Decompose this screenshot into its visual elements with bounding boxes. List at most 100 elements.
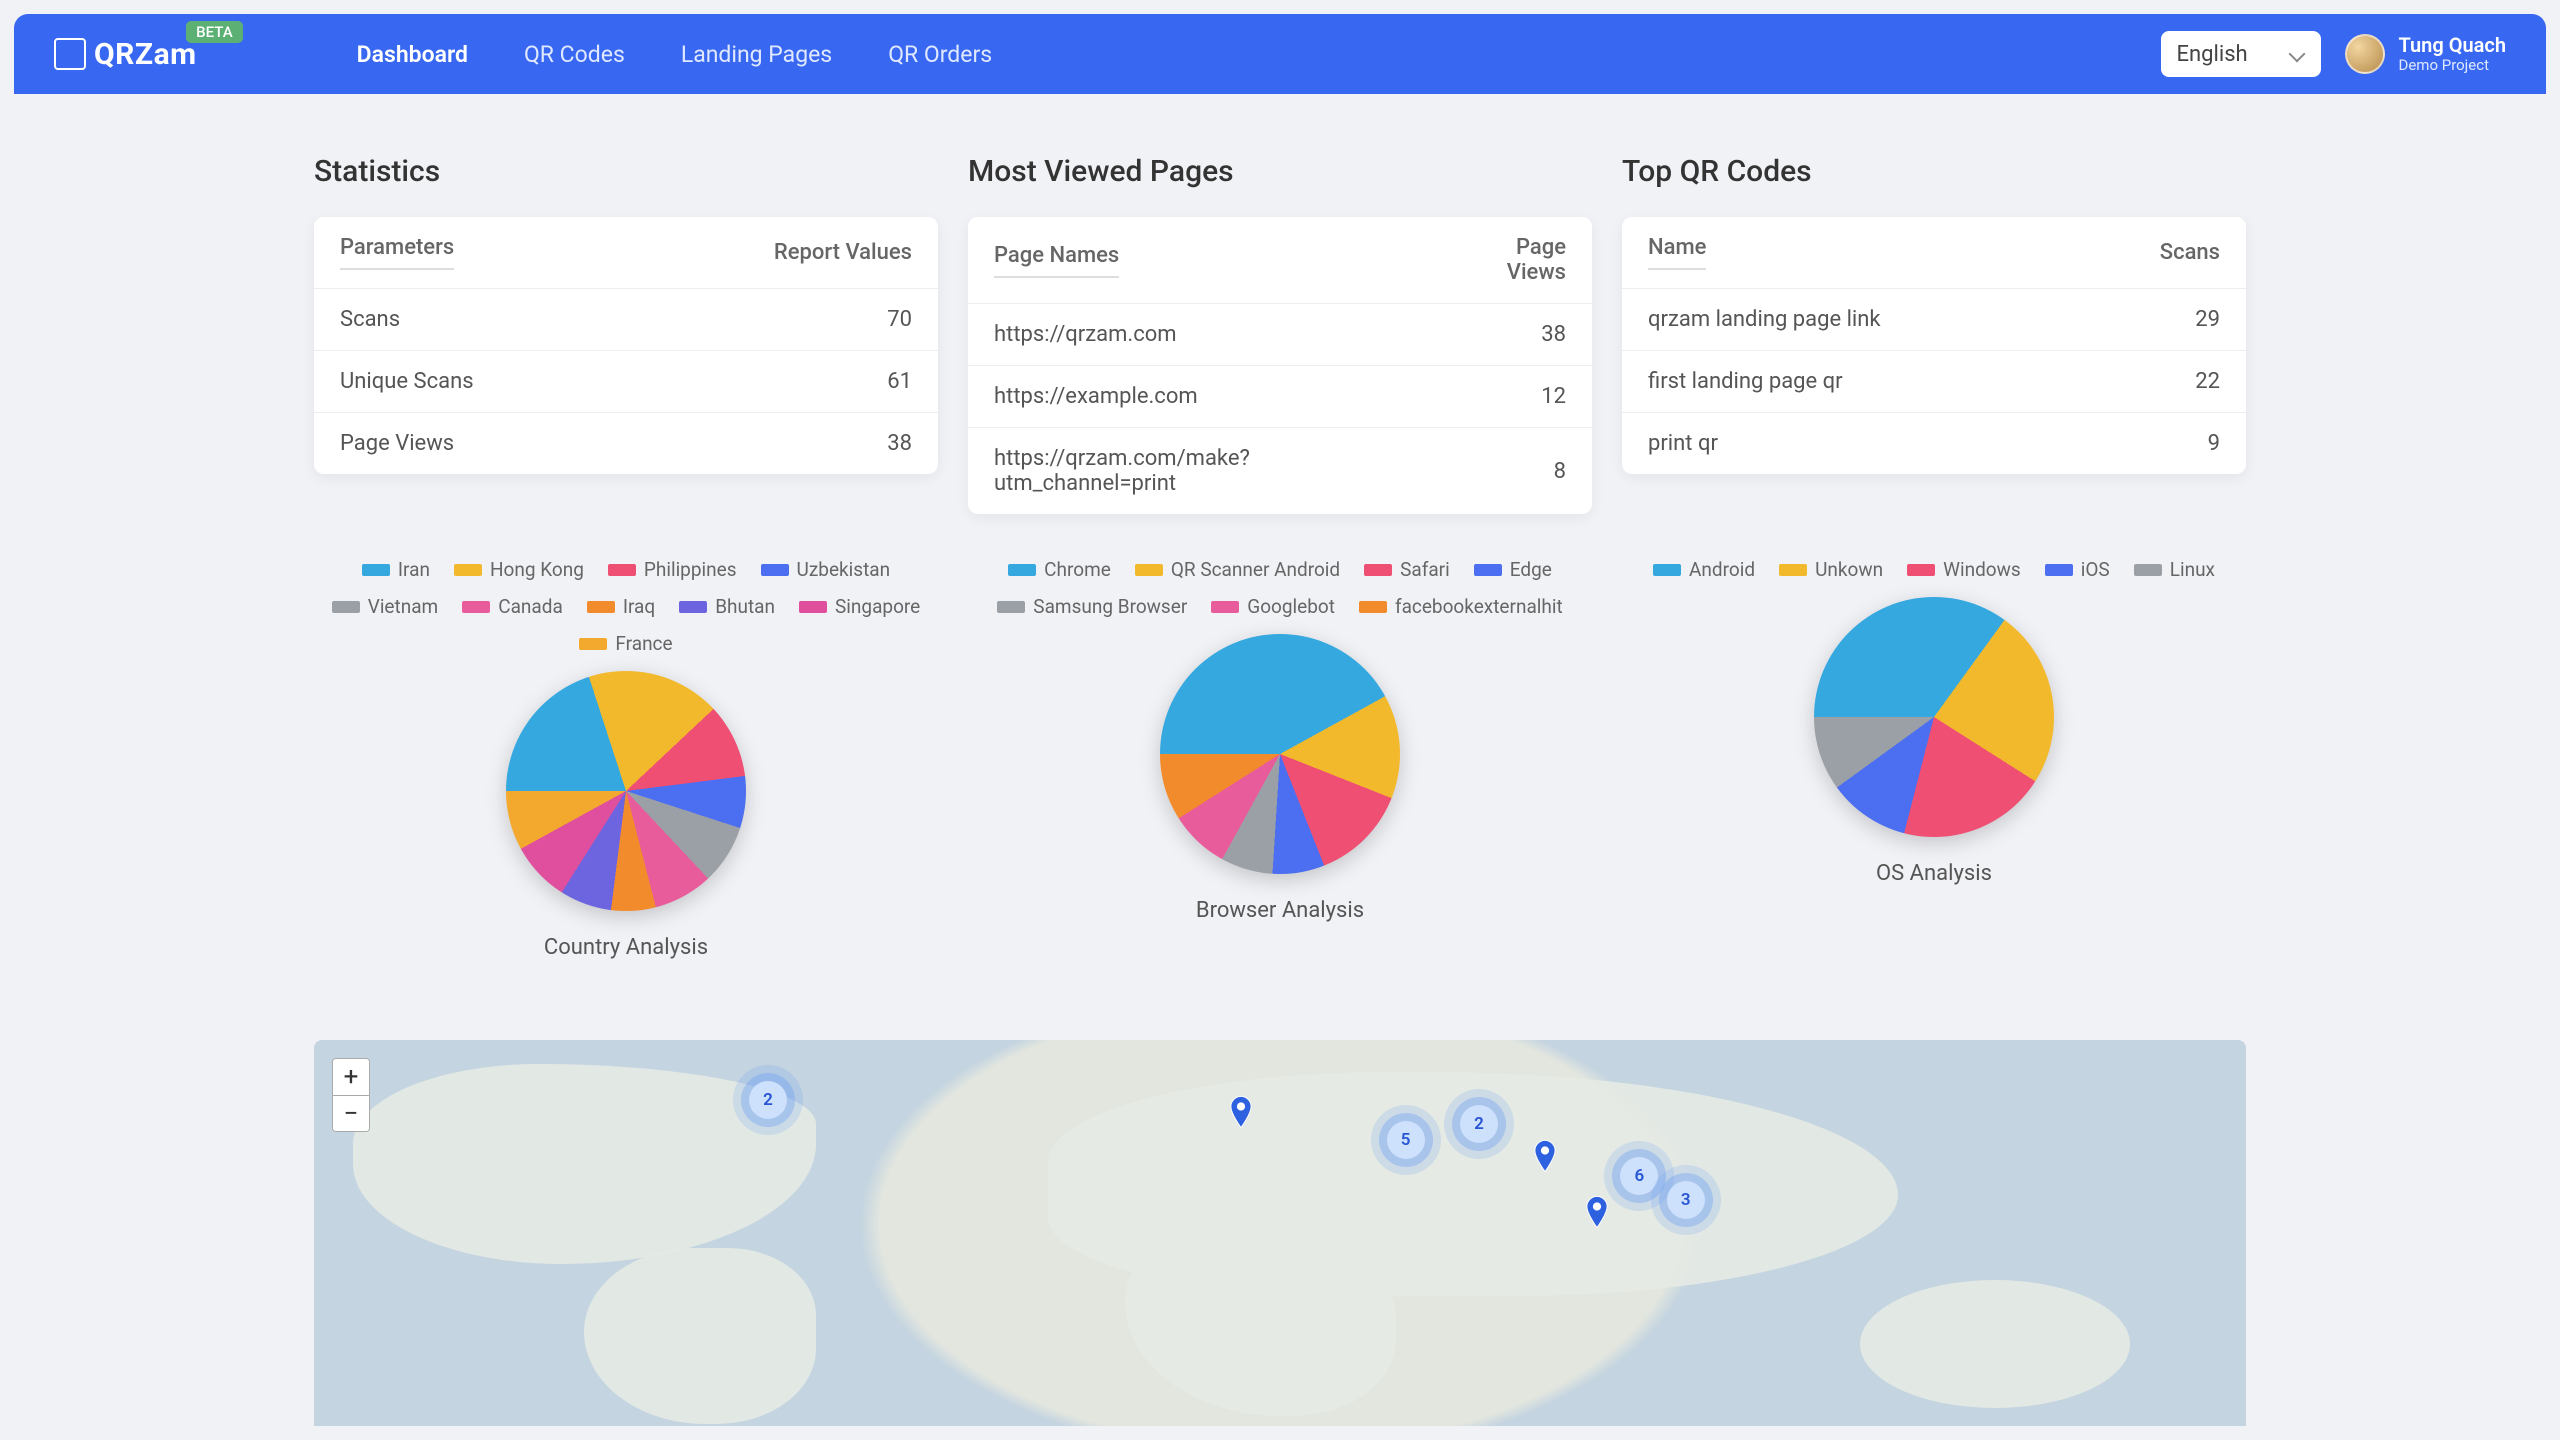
- legend-item[interactable]: Samsung Browser: [997, 595, 1187, 618]
- user-name: Tung Quach: [2399, 35, 2507, 56]
- table-row: https://qrzam.com/make?utm_channel=print…: [968, 428, 1592, 515]
- legend-label: Singapore: [835, 595, 920, 618]
- map-pin[interactable]: [1230, 1096, 1252, 1128]
- legend-label: Unkown: [1815, 558, 1883, 581]
- language-value: English: [2177, 42, 2248, 67]
- legend-swatch: [761, 564, 789, 576]
- user-menu[interactable]: Tung Quach Demo Project: [2345, 34, 2507, 74]
- map-cluster[interactable]: 5: [1387, 1121, 1425, 1159]
- pages-col-name: Page Names: [994, 243, 1119, 278]
- browser-pie: [1160, 634, 1400, 874]
- language-select[interactable]: English: [2161, 31, 2321, 77]
- nav-qr-codes[interactable]: QR Codes: [524, 41, 625, 68]
- top-navbar: QRZam BETA Dashboard QR Codes Landing Pa…: [14, 14, 2546, 94]
- map-cluster[interactable]: 2: [1460, 1105, 1498, 1143]
- most-viewed-title: Most Viewed Pages: [968, 154, 1592, 189]
- legend-item[interactable]: Vietnam: [332, 595, 439, 618]
- legend-item[interactable]: QR Scanner Android: [1135, 558, 1340, 581]
- table-row: print qr9: [1622, 413, 2246, 475]
- table-row: Page Views38: [314, 413, 938, 475]
- legend-label: Chrome: [1044, 558, 1111, 581]
- legend-swatch: [997, 601, 1025, 613]
- legend-swatch: [1364, 564, 1392, 576]
- beta-badge: BETA: [186, 21, 243, 43]
- user-project: Demo Project: [2399, 56, 2507, 74]
- map-pin[interactable]: [1586, 1196, 1608, 1228]
- brand-name: QRZam: [94, 37, 197, 72]
- legend-item[interactable]: Unkown: [1779, 558, 1883, 581]
- legend-swatch: [1474, 564, 1502, 576]
- legend-swatch: [1779, 564, 1807, 576]
- legend-label: Android: [1689, 558, 1755, 581]
- legend-label: iOS: [2081, 558, 2110, 581]
- legend-item[interactable]: Hong Kong: [454, 558, 584, 581]
- legend-label: Iraq: [623, 595, 655, 618]
- legend-label: Uzbekistan: [797, 558, 891, 581]
- legend-item[interactable]: Safari: [1364, 558, 1450, 581]
- legend-item[interactable]: Windows: [1907, 558, 2021, 581]
- legend-swatch: [462, 601, 490, 613]
- geo-map[interactable]: + − 25263: [314, 1040, 2246, 1426]
- avatar: [2345, 34, 2385, 74]
- table-row: Scans70: [314, 289, 938, 351]
- country-chart: Iran Hong Kong Philippines Uzbekistan Vietna…: [314, 558, 938, 960]
- pin-icon: [1230, 1096, 1252, 1128]
- table-row: Unique Scans61: [314, 351, 938, 413]
- chevron-down-icon: [2289, 46, 2305, 62]
- main-nav: Dashboard QR Codes Landing Pages QR Orde…: [357, 41, 992, 68]
- legend-swatch: [1135, 564, 1163, 576]
- legend-swatch: [579, 638, 607, 650]
- legend-swatch: [454, 564, 482, 576]
- legend-item[interactable]: Edge: [1474, 558, 1552, 581]
- legend-label: Iran: [398, 558, 430, 581]
- legend-item[interactable]: Iran: [362, 558, 430, 581]
- nav-dashboard[interactable]: Dashboard: [357, 41, 468, 68]
- nav-landing-pages[interactable]: Landing Pages: [681, 41, 832, 68]
- nav-qr-orders[interactable]: QR Orders: [888, 41, 992, 68]
- legend-item[interactable]: iOS: [2045, 558, 2110, 581]
- map-cluster[interactable]: 3: [1667, 1181, 1705, 1219]
- os-legend: Android Unkown Windows iOS Linux: [1653, 558, 2215, 581]
- table-row: https://qrzam.com38: [968, 304, 1592, 366]
- os-chart: AndroidUnkownWindowsiOSLinux OS Analysis: [1622, 558, 2246, 960]
- legend-item[interactable]: Bhutan: [679, 595, 775, 618]
- map-cluster[interactable]: 6: [1620, 1157, 1658, 1195]
- top-qr-title: Top QR Codes: [1622, 154, 2246, 189]
- legend-item[interactable]: Googlebot: [1211, 595, 1335, 618]
- legend-item[interactable]: Uzbekistan: [761, 558, 891, 581]
- zoom-out-button[interactable]: −: [333, 1095, 369, 1131]
- legend-label: Linux: [2170, 558, 2215, 581]
- qr-col-name: Name: [1648, 235, 1706, 270]
- browser-legend: Chrome QR Scanner Android Safari Edge Samsun…: [980, 558, 1580, 618]
- map-cluster[interactable]: 2: [749, 1081, 787, 1119]
- map-pin[interactable]: [1534, 1140, 1556, 1172]
- pin-icon: [1586, 1196, 1608, 1228]
- legend-item[interactable]: Singapore: [799, 595, 920, 618]
- legend-label: Vietnam: [368, 595, 439, 618]
- legend-swatch: [2045, 564, 2073, 576]
- statistics-title: Statistics: [314, 154, 938, 189]
- legend-swatch: [332, 601, 360, 613]
- legend-item[interactable]: Linux: [2134, 558, 2215, 581]
- legend-item[interactable]: Android: [1653, 558, 1755, 581]
- legend-label: Canada: [498, 595, 563, 618]
- legend-item[interactable]: Philippines: [608, 558, 737, 581]
- legend-label: facebookexternalhit: [1395, 595, 1563, 618]
- legend-swatch: [587, 601, 615, 613]
- table-row: qrzam landing page link29: [1622, 289, 2246, 351]
- zoom-in-button[interactable]: +: [333, 1059, 369, 1095]
- legend-swatch: [608, 564, 636, 576]
- legend-label: Bhutan: [715, 595, 775, 618]
- os-pie: [1814, 597, 2054, 837]
- legend-item[interactable]: Iraq: [587, 595, 655, 618]
- brand-logo[interactable]: QRZam BETA: [54, 37, 197, 72]
- legend-swatch: [1008, 564, 1036, 576]
- legend-item[interactable]: Chrome: [1008, 558, 1111, 581]
- legend-item[interactable]: Canada: [462, 595, 563, 618]
- table-row: first landing page qr22: [1622, 351, 2246, 413]
- legend-item[interactable]: facebookexternalhit: [1359, 595, 1563, 618]
- statistics-card: Parameters Report Values Scans70 Unique …: [314, 217, 938, 474]
- legend-item[interactable]: France: [579, 632, 672, 655]
- stats-col-value: Report Values: [622, 217, 938, 289]
- country-pie: [506, 671, 746, 911]
